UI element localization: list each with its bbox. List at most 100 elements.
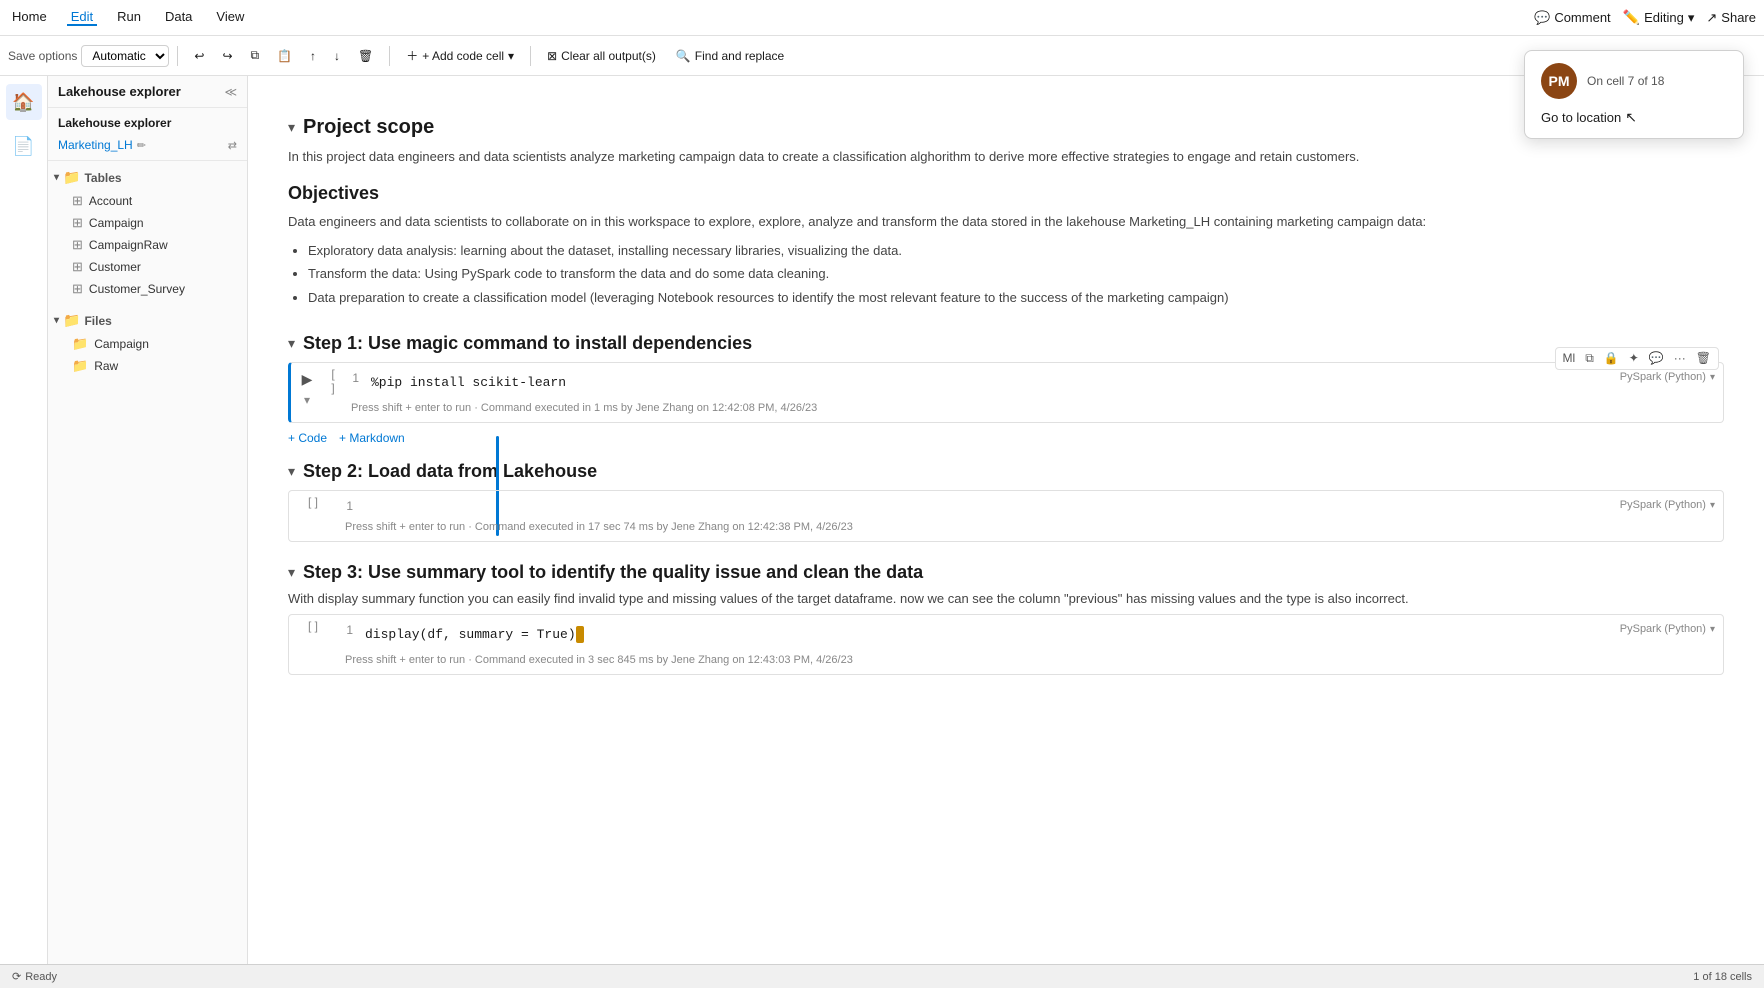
line-number-step3: 1 [337, 623, 353, 646]
add-code-cell-button[interactable]: ＋ + Add code cell ▾ [398, 43, 522, 68]
cell-delete-icon[interactable]: 🗑 [1693, 350, 1714, 367]
home-sidebar-icon[interactable]: 🏠 [6, 84, 42, 120]
project-scope-title: Project scope [303, 116, 434, 139]
table-icon-customer: ⊞ [72, 259, 83, 275]
find-replace-button[interactable]: 🔍 Find and replace [668, 45, 792, 67]
top-nav-bar: Home Edit Run Data View 💬 Comment ✏️ Edi… [0, 0, 1764, 36]
files-section: ▾ 📁 Files 📁 Campaign 📁 Raw [48, 304, 247, 381]
sidebar-item-campaign[interactable]: ⊞ Campaign [48, 212, 247, 234]
lakehouse-section: Lakehouse explorer [48, 108, 247, 134]
nav-data[interactable]: Data [161, 9, 196, 26]
goto-location-button[interactable]: Go to location ↖ [1541, 109, 1727, 126]
step3-cell[interactable]: [ ] 1 display(df, summary = True) Press … [288, 614, 1724, 675]
objective-item-1: Exploratory data analysis: learning abou… [308, 239, 1724, 262]
run-button-step1[interactable]: ▶ [295, 367, 319, 391]
editing-badge[interactable]: ✏️ Editing ▾ [1623, 9, 1695, 26]
step2-chevron-icon[interactable]: ▾ [288, 463, 295, 480]
step1-code[interactable]: %pip install scikit-learn [371, 371, 566, 394]
user-popup: PM On cell 7 of 18 Go to location ↖ [1524, 76, 1744, 139]
customer-survey-label: Customer_Survey [89, 282, 185, 296]
cell-bracket-step1: [ ] [323, 363, 343, 395]
step2-cell[interactable]: [ ] 1 Press shift + enter to run · Comma… [288, 490, 1724, 542]
sidebar-item-files-raw[interactable]: 📁 Raw [48, 355, 247, 377]
save-options-group: Save options Automatic [8, 45, 169, 67]
cell-bracket-open: [ [331, 367, 334, 381]
cell-star-icon[interactable]: ✦ [1626, 350, 1642, 367]
cell-markdown-icon[interactable]: Ml [1560, 350, 1579, 367]
undo-button[interactable]: ↩ [186, 45, 212, 67]
sidebar-item-account[interactable]: ⊞ Account [48, 190, 247, 212]
user-avatar: PM [1541, 76, 1577, 99]
paste-button[interactable]: 📋 [269, 45, 300, 67]
step1-cell-content: 1 %pip install scikit-learn Press shift … [343, 363, 1612, 422]
redo-button[interactable]: ↪ [214, 45, 240, 67]
project-desc: In this project data engineers and data … [288, 147, 1724, 167]
step1-lang-chevron-icon[interactable]: ▾ [1710, 372, 1715, 383]
project-scope-chevron-icon[interactable]: ▾ [288, 119, 295, 136]
copy-button[interactable]: ⧉ [243, 44, 268, 67]
file-sidebar-icon[interactable]: 📄 [6, 128, 42, 164]
add-markdown-button-1[interactable]: + Markdown [339, 431, 405, 445]
add-code-button-1[interactable]: + Code [288, 431, 327, 445]
collapse-cell-step1[interactable]: ▾ [304, 393, 310, 407]
campaignraw-label: CampaignRaw [89, 238, 168, 252]
sidebar-item-customer[interactable]: ⊞ Customer [48, 256, 247, 278]
files-folder-icon: 📁 [63, 312, 80, 329]
delete-button[interactable]: 🗑 [350, 45, 381, 67]
step2-code-row: 1 [337, 491, 1612, 513]
step3-code[interactable]: display(df, summary = True) [365, 623, 584, 646]
popup-cell-info: On cell 7 of 18 [1587, 76, 1664, 88]
step2-lang-chevron-icon[interactable]: ▾ [1710, 500, 1715, 511]
share-button[interactable]: ↗ Share [1706, 10, 1756, 26]
cell-more-icon[interactable]: ··· [1671, 350, 1689, 367]
sidebar-item-files-campaign[interactable]: 📁 Campaign [48, 333, 247, 355]
add-cell-bar-1: + Code + Markdown [288, 427, 1724, 449]
lh-name-label: Marketing_LH [58, 138, 133, 152]
tables-label: Tables [84, 171, 121, 185]
tables-section-header[interactable]: ▾ 📁 Tables [48, 165, 247, 190]
line-number-1: 1 [343, 371, 359, 394]
step1-cell[interactable]: Ml ⧉ 🔒 ✦ 💬 ··· 🗑 ▶ ▾ [ ] [288, 362, 1724, 423]
cell-lock-icon[interactable]: 🔒 [1601, 350, 1622, 367]
sidebar-item-campaignraw[interactable]: ⊞ CampaignRaw [48, 234, 247, 256]
files-chevron-icon: ▾ [54, 315, 59, 326]
plus-icon: ＋ [406, 47, 418, 64]
nav-home[interactable]: Home [8, 9, 51, 26]
cell-split-icon[interactable]: ⧉ [1582, 350, 1597, 367]
files-label: Files [84, 314, 111, 328]
share-icon: ↗ [1706, 10, 1717, 26]
files-section-header[interactable]: ▾ 📁 Files [48, 308, 247, 333]
step3-lang-chevron-icon[interactable]: ▾ [1710, 624, 1715, 635]
lh-edit-icon[interactable]: ✏ [137, 139, 146, 152]
clear-outputs-button[interactable]: ⊠ Clear all output(s) [539, 45, 664, 67]
history-group: ↩ ↪ ⧉ 📋 ↑ ↓ 🗑 [186, 44, 381, 67]
step3-section-header: ▾ Step 3: Use summary tool to identify t… [288, 562, 1724, 583]
step1-chevron-icon[interactable]: ▾ [288, 335, 295, 352]
step3-desc: With display summary function you can ea… [288, 591, 1724, 606]
move-down-button[interactable]: ↓ [326, 45, 348, 67]
step3-lang: PySpark (Python) [1620, 623, 1706, 635]
toolbar-separator-3 [530, 46, 531, 66]
move-up-button[interactable]: ↑ [302, 45, 324, 67]
cell-comment-icon[interactable]: 💬 [1646, 350, 1667, 367]
step3-cell-inner: [ ] 1 display(df, summary = True) Press … [289, 615, 1723, 674]
step3-chevron-icon[interactable]: ▾ [288, 564, 295, 581]
lh-swap-icon[interactable]: ⇄ [228, 139, 237, 152]
sidebar-item-customer-survey[interactable]: ⊞ Customer_Survey [48, 278, 247, 300]
comment-button[interactable]: 💬 Comment [1534, 10, 1611, 26]
step1-section-header: ▾ Step 1: Use magic command to install d… [288, 333, 1724, 354]
nav-view[interactable]: View [212, 9, 248, 26]
lh-name-row[interactable]: Marketing_LH ✏ ⇄ [48, 134, 247, 161]
sidebar-header: Lakehouse explorer ≪ [48, 76, 247, 108]
cursor-icon: ↖ [1625, 109, 1637, 126]
lakehouse-explorer-title: Lakehouse explorer [58, 84, 181, 99]
cell-toolbar-step1: Ml ⧉ 🔒 ✦ 💬 ··· 🗑 [1555, 347, 1719, 370]
objective-item-2: Transform the data: Using PySpark code t… [308, 262, 1724, 285]
save-mode-select[interactable]: Automatic [81, 45, 169, 67]
nav-run[interactable]: Run [113, 9, 145, 26]
collapse-sidebar-button[interactable]: ≪ [224, 85, 237, 99]
goto-label: Go to location [1541, 110, 1621, 125]
table-icon-customer-survey: ⊞ [72, 281, 83, 297]
statusbar: ⟳ Ready 1 of 18 cells [0, 964, 1764, 988]
nav-edit[interactable]: Edit [67, 9, 97, 26]
